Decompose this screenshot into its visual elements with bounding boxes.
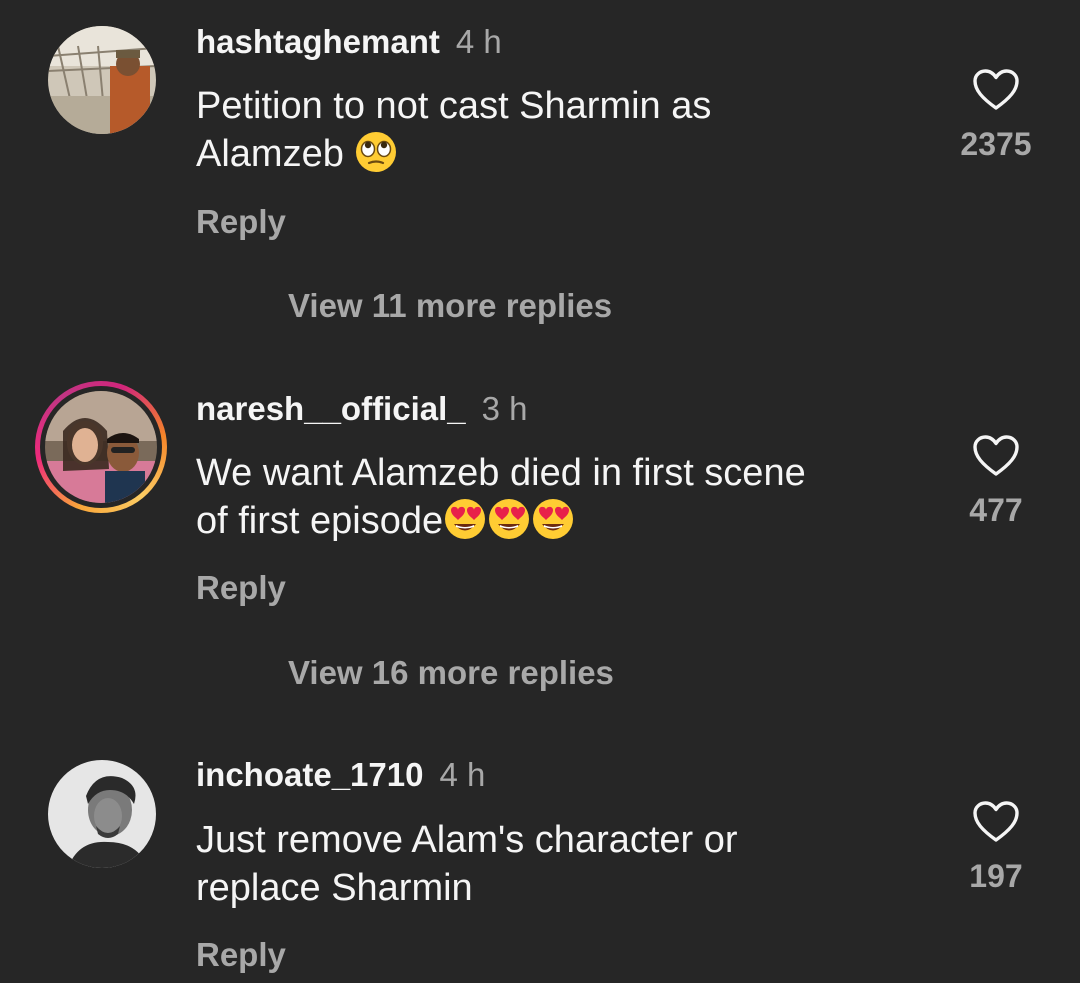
heart-eyes-emoji-icon [443, 497, 487, 541]
comment-text: We want Alamzeb died in first scene of f… [196, 449, 916, 545]
username[interactable]: inchoate_1710 [196, 756, 423, 793]
like-count: 2375 [960, 126, 1032, 162]
comment-text-line: We want Alamzeb died in first scene [196, 452, 806, 494]
heart-outline-icon[interactable] [972, 800, 1020, 844]
comment-text-line: Just remove Alam's character or [196, 819, 738, 861]
avatar[interactable] [35, 381, 167, 513]
comment-text-line: Petition to not cast Sharmin as [196, 85, 712, 127]
like-control: 477 [936, 434, 1056, 529]
reply-button[interactable]: Reply [196, 568, 286, 608]
avatar-photo [48, 760, 156, 868]
heart-eyes-emoji-icon [531, 497, 575, 541]
comment-text: Petition to not cast Sharmin as Alamzeb [196, 82, 916, 178]
like-control: 197 [936, 800, 1056, 895]
heart-outline-icon[interactable] [972, 434, 1020, 478]
avatar[interactable] [48, 760, 156, 868]
comment-header: naresh__official_ 3 h [196, 389, 528, 429]
like-count: 197 [969, 858, 1023, 894]
view-more-replies-button[interactable]: View 11 more replies [288, 286, 612, 326]
reply-button[interactable]: Reply [196, 202, 286, 242]
timestamp: 3 h [481, 390, 528, 427]
heart-eyes-emoji-icon [487, 497, 531, 541]
timestamp: 4 h [455, 23, 502, 60]
like-control: 2375 [936, 68, 1056, 163]
comment-text: Just remove Alam's character or replace … [196, 816, 916, 912]
reply-button[interactable]: Reply [196, 935, 286, 975]
view-more-replies-button[interactable]: View 16 more replies [288, 653, 614, 693]
avatar-photo [45, 391, 157, 503]
comments-list: hashtaghemant 4 h Petition to not cast Sh… [0, 0, 1080, 983]
comment-text-line: Alamzeb [196, 133, 344, 175]
rolling-eyes-emoji-icon [354, 130, 398, 174]
comment-header: hashtaghemant 4 h [196, 22, 502, 62]
heart-outline-icon[interactable] [972, 68, 1020, 112]
timestamp: 4 h [439, 756, 486, 793]
comment-text-line: of first episode [196, 500, 444, 542]
username[interactable]: naresh__official_ [196, 390, 466, 427]
comment-text-line: replace Sharmin [196, 867, 473, 909]
like-count: 477 [969, 492, 1023, 528]
comment-header: inchoate_1710 4 h [196, 755, 485, 795]
avatar-photo [48, 26, 156, 134]
avatar[interactable] [48, 26, 156, 134]
username[interactable]: hashtaghemant [196, 23, 440, 60]
